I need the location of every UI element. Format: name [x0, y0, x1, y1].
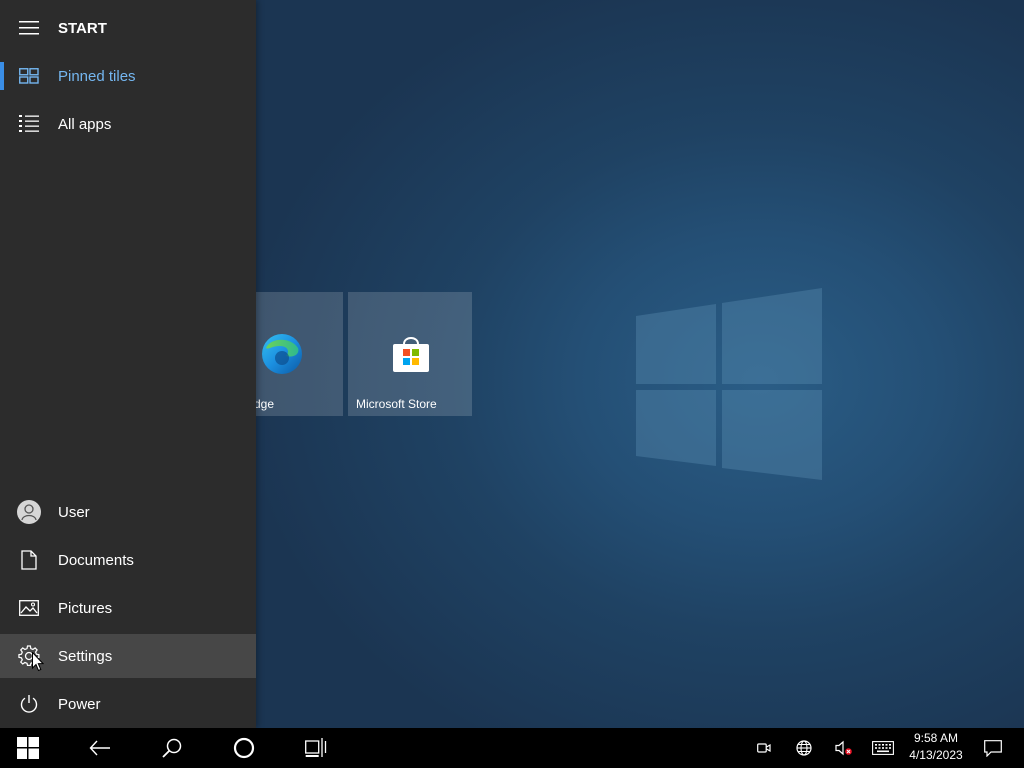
task-view-button[interactable]: [292, 728, 340, 768]
volume-button[interactable]: [832, 728, 856, 768]
search-button[interactable]: [148, 728, 196, 768]
back-button[interactable]: [76, 728, 124, 768]
power-icon: [0, 682, 58, 726]
nav-all-apps[interactable]: All apps: [0, 102, 256, 146]
start-header[interactable]: START: [0, 6, 256, 50]
taskbar: 9:58 AM 4/13/2023: [0, 728, 1024, 768]
notification-icon: [984, 739, 1002, 757]
nav-label: Pinned tiles: [58, 67, 136, 85]
store-icon: [393, 337, 429, 372]
tile-microsoft-store[interactable]: Microsoft Store: [348, 292, 472, 416]
cortana-circle-icon: [233, 737, 255, 759]
search-icon: [162, 738, 182, 758]
start-documents[interactable]: Documents: [0, 538, 256, 582]
start-power[interactable]: Power: [0, 682, 256, 726]
all-apps-icon: [0, 102, 58, 146]
start-power-label: Power: [58, 695, 101, 713]
network-globe-icon: [796, 740, 812, 756]
action-center-button[interactable]: [980, 728, 1006, 768]
hamburger-menu-icon[interactable]: [0, 6, 58, 50]
start-menu-pane: START Pinned tiles All apps User Documen…: [0, 0, 256, 728]
clock-time: 9:58 AM: [913, 731, 959, 745]
user-avatar-icon: [0, 490, 58, 534]
clock-date: 4/13/2023: [909, 748, 963, 762]
start-pictures-label: Pictures: [58, 599, 113, 617]
edge-icon: [262, 334, 302, 374]
meet-now-button[interactable]: [752, 728, 776, 768]
active-indicator: [0, 62, 4, 90]
start-pictures[interactable]: Pictures: [0, 586, 256, 630]
mouse-cursor-icon: [32, 652, 44, 672]
start-settings-label: Settings: [58, 647, 113, 665]
windows-start-icon: [17, 737, 39, 759]
touch-keyboard-button[interactable]: [870, 728, 896, 768]
gear-icon: [0, 634, 58, 678]
network-button[interactable]: [792, 728, 816, 768]
task-view-icon: [305, 738, 327, 757]
nav-pinned-tiles[interactable]: Pinned tiles: [0, 54, 256, 98]
start-title: START: [58, 19, 107, 37]
back-arrow-icon: [89, 740, 110, 756]
pinned-tiles-icon: [0, 54, 58, 98]
document-icon: [0, 538, 58, 582]
tile-label: Microsoft Store: [356, 397, 437, 411]
nav-label: All apps: [58, 115, 112, 133]
keyboard-icon: [872, 741, 894, 755]
windows-logo-watermark: [636, 288, 822, 480]
meet-now-icon: [757, 743, 771, 753]
pictures-icon: [0, 586, 58, 630]
start-user-label: User: [58, 503, 90, 521]
start-documents-label: Documents: [58, 551, 134, 569]
volume-muted-icon: [835, 740, 852, 756]
start-user[interactable]: User: [0, 490, 256, 534]
cortana-button[interactable]: [220, 728, 268, 768]
taskbar-clock[interactable]: 9:58 AM 4/13/2023: [898, 730, 974, 766]
windows-start-button[interactable]: [4, 728, 52, 768]
